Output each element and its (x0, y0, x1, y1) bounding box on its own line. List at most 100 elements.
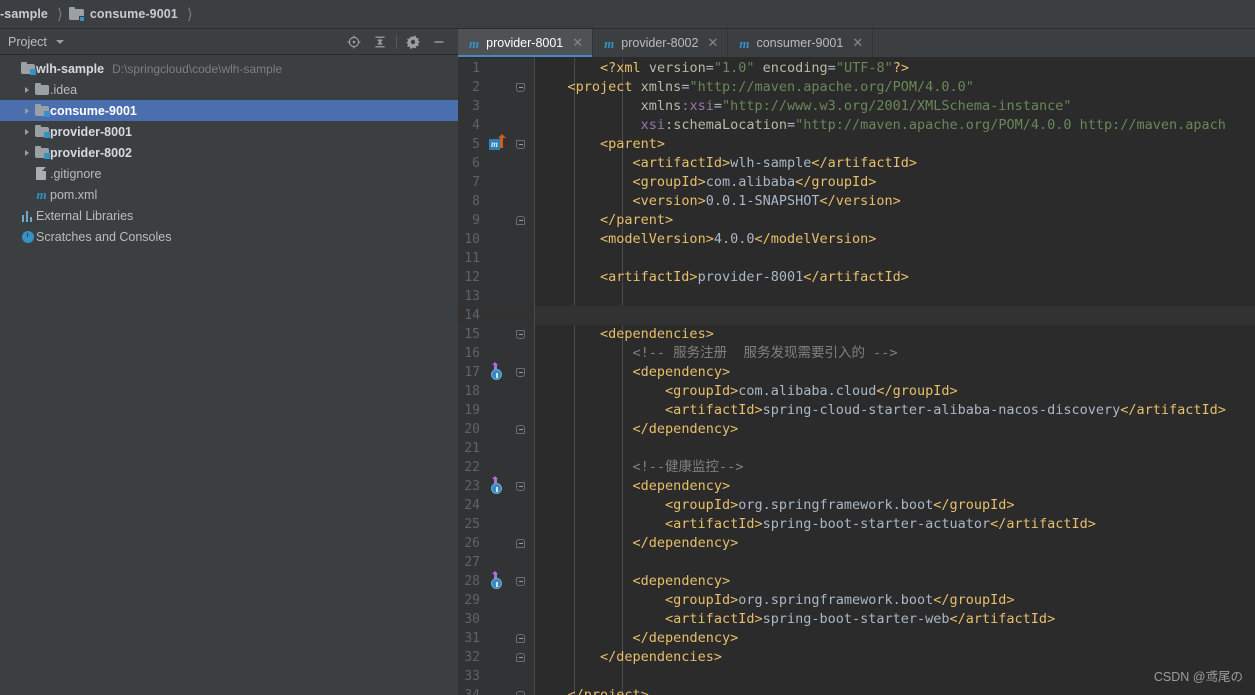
code-line[interactable]: xsi:schemaLocation="http://maven.apache.… (535, 116, 1255, 135)
code-line[interactable]: <?xml version="1.0" encoding="UTF-8"?> (535, 59, 1255, 78)
dependency-update-icon[interactable] (490, 476, 503, 494)
close-icon[interactable]: ✕ (572, 37, 583, 50)
code-line[interactable]: <dependency> (535, 572, 1255, 591)
tab-consumer-9001[interactable]: m consumer-9001 ✕ (728, 29, 874, 57)
code-line[interactable]: <!-- 服务注册 服务发现需要引入的 --> (535, 344, 1255, 363)
code-line[interactable]: <dependency> (535, 477, 1255, 496)
toolbar-divider (396, 34, 397, 49)
fold-collapse-icon[interactable] (513, 648, 528, 667)
code-line[interactable]: xmlns:xsi="http://www.w3.org/2001/XMLSch… (535, 97, 1255, 116)
expand-arrow-icon[interactable] (20, 107, 33, 114)
code-line[interactable]: </dependency> (535, 534, 1255, 553)
tree-item-label: pom.xml (50, 187, 98, 202)
code-line[interactable] (535, 287, 1255, 306)
code-line[interactable]: <!--健康监控--> (535, 458, 1255, 477)
maven-icon: m (469, 35, 480, 51)
tree-item--idea[interactable]: .idea (0, 79, 458, 100)
tree-item-label: provider-8001 (50, 124, 132, 139)
code-line[interactable]: <artifactId>spring-cloud-starter-alibaba… (535, 401, 1255, 420)
code-line[interactable] (535, 439, 1255, 458)
code-line[interactable]: <project xmlns="http://maven.apache.org/… (535, 78, 1255, 97)
tree-item-provider-8002[interactable]: provider-8002 (0, 142, 458, 163)
code-line[interactable]: </dependency> (535, 629, 1255, 648)
code-line[interactable]: <dependency> (535, 363, 1255, 382)
locate-icon[interactable] (341, 30, 367, 54)
breadcrumb-item-0[interactable]: -sample (0, 0, 50, 29)
tree-item-label: Scratches and Consoles (36, 229, 172, 244)
code-line[interactable]: </dependency> (535, 420, 1255, 439)
tree-item-scratches-and-consoles[interactable]: Scratches and Consoles (0, 226, 458, 247)
editor-gutter[interactable]: 1 2 3 4 5 m 6 7 8 9 10 11 12 13 14 15 16 17 18 19 20 21 22 23 24… (458, 58, 535, 695)
code-line[interactable]: <version>0.0.1-SNAPSHOT</version> (535, 192, 1255, 211)
code-line[interactable]: <modelVersion>4.0.0</modelVersion> (535, 230, 1255, 249)
watermark: CSDN @鸢尾の (1153, 670, 1243, 684)
tree-item-pom-xml[interactable]: m pom.xml (0, 184, 458, 205)
line-number: 19 (464, 403, 480, 418)
chevron-down-icon[interactable] (55, 39, 64, 44)
code-line[interactable]: </project> (535, 686, 1255, 695)
code-line[interactable] (535, 553, 1255, 572)
line-number: 12 (464, 270, 480, 285)
project-tree[interactable]: wlh-sample D:\springcloud\code\wlh-sample… (0, 55, 458, 695)
maven-update-icon[interactable]: m (489, 133, 506, 152)
tree-item-label: wlh-sample (36, 61, 105, 76)
fold-expand-icon[interactable] (513, 78, 528, 97)
line-number: 21 (464, 441, 480, 456)
fold-collapse-icon[interactable] (513, 420, 528, 439)
fold-expand-icon[interactable] (513, 477, 528, 496)
code-line[interactable]: <artifactId>spring-boot-starter-web</art… (535, 610, 1255, 629)
dependency-update-icon[interactable] (490, 571, 503, 589)
line-number: 25 (464, 517, 480, 532)
code-line[interactable] (535, 306, 1255, 325)
fold-collapse-icon[interactable] (513, 534, 528, 553)
fold-expand-icon[interactable] (513, 572, 528, 591)
code-text[interactable]: <?xml version="1.0" encoding="UTF-8"?> <… (535, 58, 1255, 695)
gear-icon[interactable] (400, 30, 426, 54)
tree-item-wlh-sample[interactable]: wlh-sample D:\springcloud\code\wlh-sample (0, 58, 458, 79)
minimize-icon[interactable] (426, 30, 452, 54)
code-line[interactable]: </parent> (535, 211, 1255, 230)
breadcrumb-item-1[interactable]: consume-9001 (68, 0, 180, 29)
code-editor[interactable]: 1 2 3 4 5 m 6 7 8 9 10 11 12 13 14 15 16 17 18 19 20 21 22 23 24… (458, 58, 1255, 695)
code-line[interactable]: <groupId>org.springframework.boot</group… (535, 496, 1255, 515)
tab-provider-8001[interactable]: m provider-8001 ✕ (458, 29, 594, 57)
tree-item--gitignore[interactable]: .gitignore (0, 163, 458, 184)
line-number: 9 (472, 213, 480, 228)
dependency-update-icon[interactable] (490, 362, 503, 380)
tree-item-external-libraries[interactable]: External Libraries (0, 205, 458, 226)
code-line[interactable]: </dependencies> (535, 648, 1255, 667)
expand-arrow-icon[interactable] (20, 149, 33, 156)
code-line[interactable]: <artifactId>wlh-sample</artifactId> (535, 154, 1255, 173)
breadcrumb-separator-icon: ⟩ (56, 4, 63, 23)
code-line[interactable]: <parent> (535, 135, 1255, 154)
code-line[interactable]: <dependencies> (535, 325, 1255, 344)
fold-expand-icon[interactable] (513, 135, 528, 154)
tab-label: provider-8002 (621, 36, 699, 50)
collapse-all-icon[interactable] (367, 30, 393, 54)
code-line[interactable]: <groupId>com.alibaba</groupId> (535, 173, 1255, 192)
tree-item-provider-8001[interactable]: provider-8001 (0, 121, 458, 142)
close-icon[interactable]: ✕ (852, 37, 863, 50)
code-line[interactable]: <groupId>org.springframework.boot</group… (535, 591, 1255, 610)
line-number: 3 (472, 99, 480, 114)
fold-collapse-icon[interactable] (513, 211, 528, 230)
fold-collapse-icon[interactable] (513, 629, 528, 648)
module-icon (68, 6, 85, 22)
line-number: 28 (464, 574, 480, 589)
code-line[interactable]: <artifactId>spring-boot-starter-actuator… (535, 515, 1255, 534)
tab-provider-8002[interactable]: m provider-8002 ✕ (593, 29, 729, 57)
code-line[interactable] (535, 249, 1255, 268)
close-icon[interactable]: ✕ (707, 37, 718, 50)
tree-item-consume-9001[interactable]: consume-9001 (0, 100, 458, 121)
code-line[interactable]: <groupId>com.alibaba.cloud</groupId> (535, 382, 1255, 401)
code-line[interactable]: <artifactId>provider-8001</artifactId> (535, 268, 1255, 287)
breadcrumb-label: consume-9001 (89, 7, 178, 21)
fold-collapse-icon[interactable] (513, 686, 528, 695)
module-icon (34, 146, 50, 159)
fold-expand-icon[interactable] (513, 325, 528, 344)
line-number: 20 (464, 422, 480, 437)
expand-arrow-icon[interactable] (20, 86, 33, 93)
expand-arrow-icon[interactable] (20, 128, 33, 135)
fold-expand-icon[interactable] (513, 363, 528, 382)
code-line[interactable] (535, 667, 1255, 686)
